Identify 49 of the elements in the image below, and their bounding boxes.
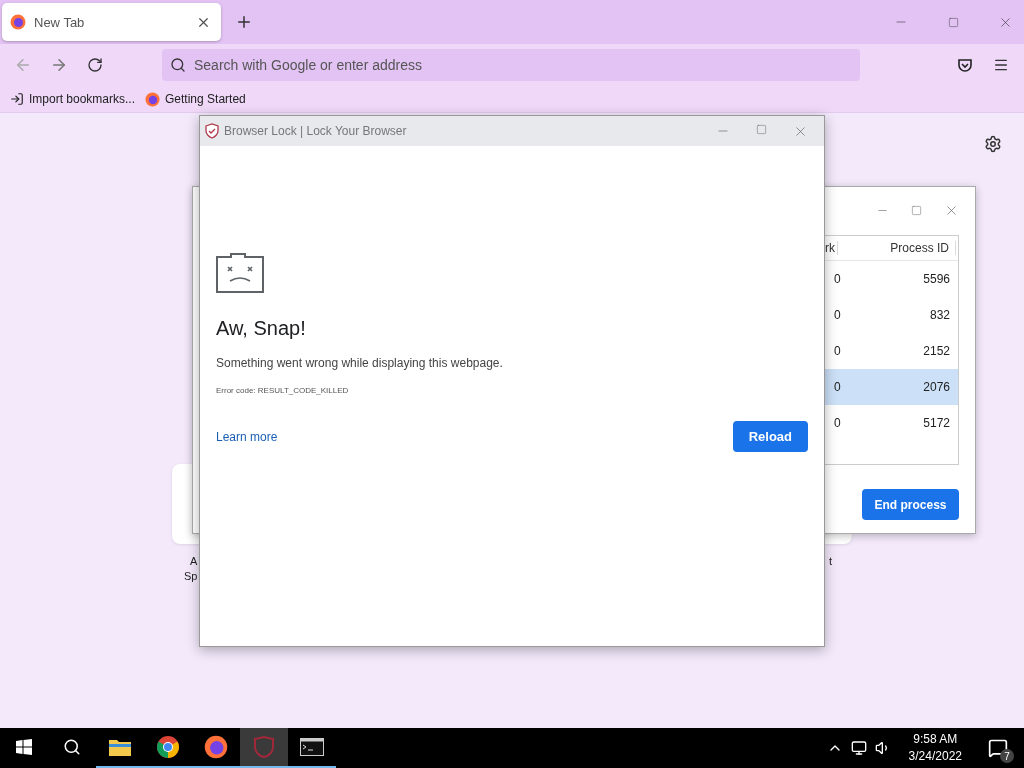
table-cell-text: 832	[928, 308, 951, 322]
table-cell-text: 0	[833, 380, 842, 394]
pocket-icon[interactable]	[957, 57, 973, 73]
notifications-icon[interactable]	[988, 738, 1008, 758]
error-message: Something went wrong while displaying this webpage.	[216, 356, 504, 370]
address-field[interactable]: Search with Google or enter address	[162, 49, 860, 81]
table-cell-text: 5172	[922, 416, 951, 430]
table-cell-text: 0	[833, 416, 842, 430]
browser-logo-icon	[145, 91, 161, 107]
settings-icon[interactable]	[984, 135, 1002, 153]
tile-label: Sp	[184, 569, 198, 584]
browser-tab[interactable]: New Tab	[2, 3, 221, 41]
firefox-icon[interactable]	[204, 735, 228, 759]
import-icon	[10, 92, 24, 106]
notification-count: 7	[1000, 749, 1014, 763]
clock-date[interactable]: 3/24/2022	[908, 748, 962, 765]
reload-button[interactable]: Reload	[732, 421, 808, 452]
browser-logo-icon	[10, 14, 26, 30]
shield-icon	[204, 123, 220, 139]
end-process-button[interactable]: End process	[862, 489, 959, 520]
network-icon[interactable]	[850, 740, 867, 756]
clock-time[interactable]: 9:58 AM	[913, 731, 958, 748]
menu-icon[interactable]	[993, 57, 1009, 73]
sad-folder-icon	[216, 253, 264, 293]
windows-start-icon[interactable]	[16, 739, 32, 755]
forward-icon[interactable]	[50, 56, 68, 74]
search-icon[interactable]	[63, 738, 81, 756]
bookmark-item[interactable]: Getting Started	[145, 91, 246, 107]
learn-more-link[interactable]: Learn more	[216, 429, 278, 444]
terminal-icon[interactable]	[300, 738, 324, 756]
taskbar-app[interactable]	[240, 728, 288, 768]
search-icon	[170, 57, 186, 73]
error-heading: Aw, Snap!	[216, 317, 307, 340]
table-cell-text: 2152	[922, 344, 951, 358]
table-cell-text: 0	[833, 272, 842, 286]
reload-icon[interactable]	[87, 57, 103, 73]
chrome-icon[interactable]	[156, 735, 180, 759]
window-title: Browser Lock | Lock Your Browser	[224, 124, 407, 138]
column-header[interactable]: Process ID	[838, 241, 956, 255]
table-cell-text: 0	[833, 308, 842, 322]
tile-label: A	[189, 554, 198, 569]
table-cell-text: 0	[833, 344, 842, 358]
plus-icon[interactable]	[235, 13, 253, 31]
tile-label: t	[829, 554, 833, 569]
table-cell-text: 5596	[922, 272, 951, 286]
table-cell-text: 2076	[922, 380, 951, 394]
error-code: Error code: RESULT_CODE_KILLED	[216, 386, 350, 395]
folder-icon[interactable]	[109, 738, 131, 756]
bookmark-item[interactable]: Import bookmarks...	[10, 92, 136, 106]
